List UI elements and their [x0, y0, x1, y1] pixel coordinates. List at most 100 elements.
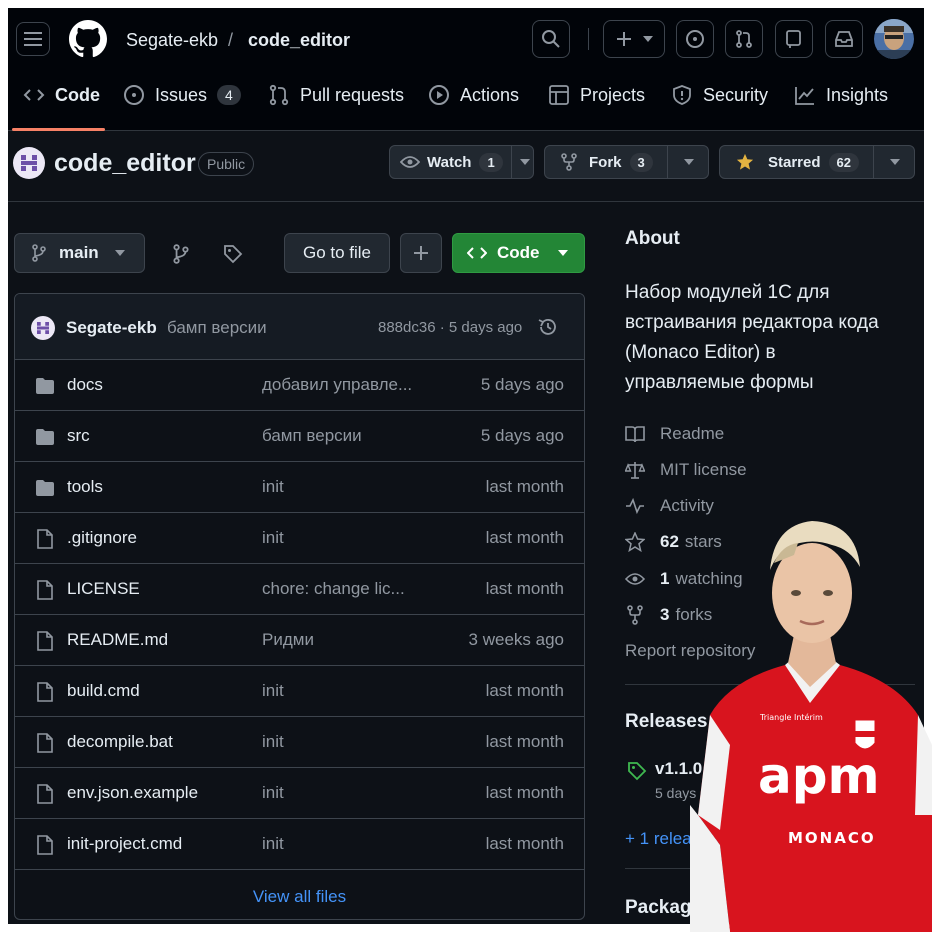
tab-projects[interactable]: Projects	[548, 82, 645, 108]
activity-link[interactable]: Activity	[625, 496, 714, 516]
file-commit-message[interactable]: бамп версии	[262, 426, 422, 446]
issue-opened-icon	[686, 30, 704, 48]
file-name[interactable]: .gitignore	[67, 528, 137, 548]
tab-projects-label: Projects	[580, 84, 646, 105]
file-commit-message[interactable]: init	[262, 477, 422, 497]
commit-author-avatar[interactable]	[31, 316, 55, 340]
file-commit-message[interactable]: init	[262, 834, 422, 854]
branch-selector[interactable]: main	[14, 233, 145, 273]
fork-label: Fork	[589, 153, 622, 171]
tab-issues[interactable]: Issues 4	[123, 82, 241, 108]
tab-code-label: Code	[55, 84, 100, 105]
repo-title[interactable]: code_editor	[54, 149, 196, 178]
issues-shortcut-button[interactable]	[676, 20, 714, 58]
file-name[interactable]: docs	[67, 375, 103, 395]
file-name[interactable]: decompile.bat	[67, 732, 173, 752]
code-dropdown-button[interactable]: Code	[452, 233, 585, 273]
inbox-icon	[835, 31, 853, 47]
search-button[interactable]	[532, 20, 570, 58]
tag-icon[interactable]	[223, 244, 243, 264]
file-name[interactable]: src	[67, 426, 90, 446]
file-date: 5 days ago	[480, 426, 564, 445]
license-link[interactable]: MIT license	[625, 460, 747, 480]
header-divider	[588, 28, 589, 50]
table-row[interactable]: README.md Ридми 3 weeks ago	[15, 615, 584, 666]
table-row[interactable]: docs добавил управле... 5 days ago	[15, 360, 584, 411]
folder-icon	[36, 480, 54, 496]
table-row[interactable]: env.json.example init last month	[15, 768, 584, 819]
title-divider	[8, 201, 924, 202]
breadcrumb-repo[interactable]: code_editor	[248, 29, 350, 51]
tab-insights-label: Insights	[826, 84, 889, 105]
file-name[interactable]: README.md	[67, 630, 168, 650]
repositories-shortcut-button[interactable]	[775, 20, 813, 58]
readme-link[interactable]: Readme	[625, 424, 724, 444]
tag-icon	[628, 762, 647, 781]
file-name[interactable]: init-project.cmd	[67, 834, 182, 854]
pull-requests-shortcut-button[interactable]	[725, 20, 763, 58]
table-row[interactable]: init-project.cmd init last month	[15, 819, 584, 870]
tab-code[interactable]: Code	[23, 82, 100, 108]
table-row[interactable]: build.cmd init last month	[15, 666, 584, 717]
file-date: 5 days ago	[480, 375, 564, 394]
code-button-label: Code	[497, 243, 540, 262]
file-name[interactable]: LICENSE	[67, 579, 140, 599]
tab-actions[interactable]: Actions	[428, 82, 519, 108]
table-row[interactable]: .gitignore init last month	[15, 513, 584, 564]
shirt-club-text: MONACO	[788, 829, 876, 847]
github-logo-icon[interactable]	[69, 20, 107, 58]
tab-pull-requests[interactable]: Pull requests	[268, 82, 404, 108]
tab-security-label: Security	[703, 84, 769, 105]
file-commit-message[interactable]: Ридми	[262, 630, 422, 650]
table-icon	[549, 85, 569, 105]
tab-insights[interactable]: Insights	[794, 82, 888, 108]
table-row[interactable]: src бамп версии 5 days ago	[15, 411, 584, 462]
file-commit-message[interactable]: init	[262, 681, 422, 701]
commit-hash-time[interactable]: 888dc36 · 5 days ago	[378, 319, 522, 336]
file-name[interactable]: env.json.example	[67, 783, 198, 803]
fork-button[interactable]: Fork 3	[544, 145, 709, 179]
go-to-file-button[interactable]: Go to file	[284, 233, 390, 273]
file-commit-message[interactable]: init	[262, 732, 422, 752]
create-new-button[interactable]	[603, 20, 665, 58]
plus-icon	[617, 32, 631, 46]
add-file-button[interactable]	[400, 233, 442, 273]
file-commit-message[interactable]: chore: change lic...	[262, 579, 422, 599]
file-date: last month	[485, 579, 564, 598]
history-icon[interactable]	[537, 316, 559, 338]
play-icon	[429, 85, 449, 105]
book-icon	[625, 426, 645, 443]
star-button[interactable]: Starred 62	[719, 145, 915, 179]
table-row[interactable]: decompile.bat init last month	[15, 717, 584, 768]
file-icon	[37, 733, 53, 753]
commit-author[interactable]: Segate-ekb	[66, 318, 157, 338]
tab-security[interactable]: Security	[671, 82, 768, 108]
tab-pull-requests-label: Pull requests	[300, 84, 405, 105]
inbox-button[interactable]	[825, 20, 863, 58]
search-icon	[542, 30, 560, 48]
code-icon	[23, 89, 45, 101]
avatar[interactable]	[874, 19, 914, 59]
breadcrumb-separator: /	[228, 30, 234, 50]
triangle-down-icon	[643, 36, 653, 42]
file-commit-message[interactable]: добавил управле...	[262, 375, 422, 395]
file-commit-message[interactable]: init	[262, 528, 422, 548]
watch-button[interactable]: Watch 1	[389, 145, 534, 179]
view-all-files-link[interactable]: View all files	[15, 870, 584, 919]
fork-count: 3	[629, 152, 653, 172]
file-name[interactable]: tools	[67, 477, 103, 497]
table-row[interactable]: LICENSE chore: change lic... last month	[15, 564, 584, 615]
watch-count: 1	[479, 152, 503, 172]
commit-message[interactable]: бамп версии	[167, 318, 267, 338]
menu-button[interactable]	[16, 22, 50, 56]
visibility-badge: Public	[198, 152, 255, 176]
file-name[interactable]: build.cmd	[67, 681, 140, 701]
file-commit-message[interactable]: init	[262, 783, 422, 803]
branches-icon[interactable]	[172, 244, 190, 264]
branch-name: main	[59, 243, 99, 262]
latest-commit-bar: Segate-ekb бамп версии 888dc36 · 5 days …	[15, 294, 584, 360]
watch-divider	[510, 145, 512, 179]
table-row[interactable]: tools init last month	[15, 462, 584, 513]
description-line: Набор модулей 1С для	[625, 282, 830, 303]
breadcrumb-owner[interactable]: Segate-ekb	[126, 29, 218, 51]
